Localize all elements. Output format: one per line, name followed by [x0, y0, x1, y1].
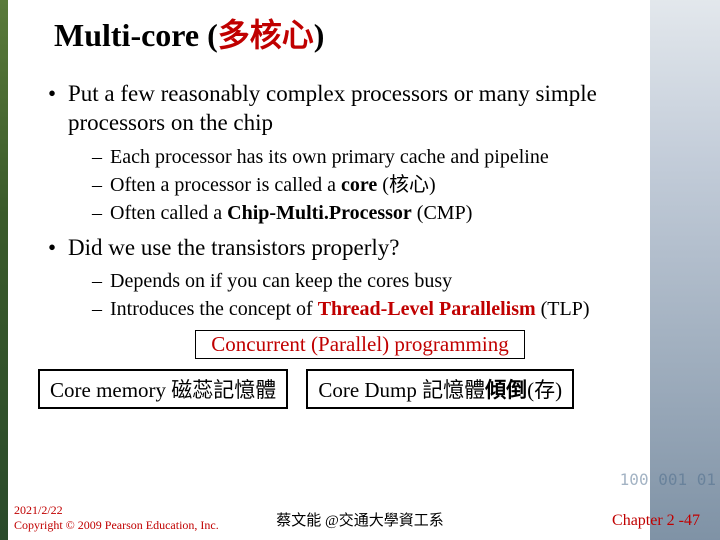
slide-title: Multi-core (多核心) [54, 10, 690, 56]
slide-content: Multi-core (多核心) Put a few reasonably co… [0, 0, 720, 409]
sub-2-1: Depends on if you can keep the cores bus… [90, 268, 690, 294]
core-dump-box: Core Dump 記憶體傾倒(存) [306, 369, 574, 409]
core-dump-suffix: (存) [527, 378, 562, 402]
core-dump-prefix: Core Dump 記憶體 [318, 378, 485, 402]
sub-1-3: Often called a Chip-Multi.Processor (CMP… [90, 200, 690, 226]
bullet-list: Put a few reasonably complex processors … [44, 80, 690, 322]
bullet-2-subs: Depends on if you can keep the cores bus… [90, 268, 690, 322]
bullet-2-text: Did we use the transistors properly? [68, 235, 400, 260]
bullet-1-subs: Each processor has its own primary cache… [90, 144, 690, 226]
sub-2-2: Introduces the concept of Thread-Level P… [90, 296, 690, 322]
sub-1-2: Often a processor is called a core (核心) [90, 172, 690, 198]
sub-1-1: Each processor has its own primary cache… [90, 144, 690, 170]
core-dump-bold: 傾倒 [485, 378, 527, 402]
bullet-1: Put a few reasonably complex processors … [44, 80, 690, 226]
title-prefix: Multi-core ( [54, 17, 218, 53]
footer-right: Chapter 2 -47 [612, 512, 700, 530]
boxes-row: Core memory 磁蕊記憶體 Core Dump 記憶體傾倒(存) [38, 369, 682, 409]
bullet-1-text: Put a few reasonably complex processors … [68, 81, 597, 135]
bg-numbers: 100 001 01 [620, 470, 716, 490]
concurrent-box: Concurrent (Parallel) programming [195, 330, 525, 359]
bullet-2: Did we use the transistors properly? Dep… [44, 234, 690, 323]
title-suffix: ) [314, 17, 325, 53]
core-memory-box: Core memory 磁蕊記憶體 [38, 369, 288, 409]
title-zh: 多核心 [218, 17, 314, 53]
